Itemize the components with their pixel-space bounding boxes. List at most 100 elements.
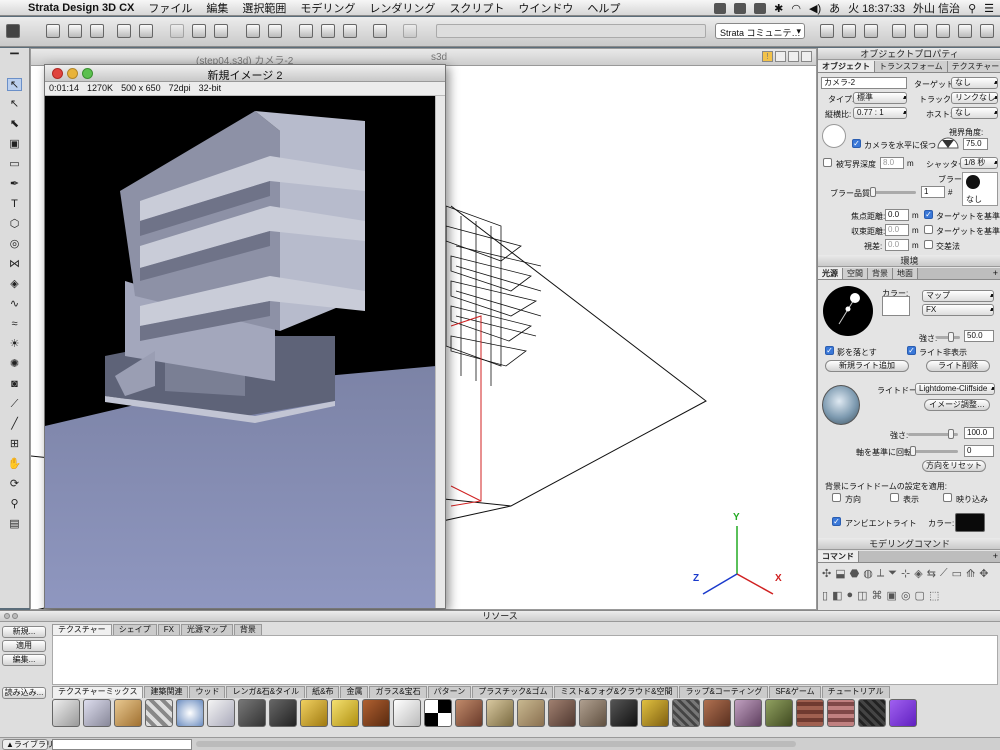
texture-swatch[interactable] xyxy=(393,699,421,727)
light-strength-field[interactable]: 50.0 xyxy=(964,330,994,342)
open-folder-icon[interactable] xyxy=(68,24,82,38)
light-color-swatch[interactable] xyxy=(882,296,910,316)
point-light-icon[interactable]: ✺ xyxy=(7,358,22,371)
user-name[interactable]: 外山 信治 xyxy=(913,0,960,16)
light-bulb-icon[interactable]: ☀ xyxy=(7,338,22,351)
apply-display-checkbox[interactable] xyxy=(890,493,899,502)
texture-swatch[interactable] xyxy=(517,699,545,727)
tab-resource-lightmap[interactable]: 光源マップ xyxy=(180,624,233,635)
tab-cat-texture-mix[interactable]: テクスチャーミックス xyxy=(52,686,144,698)
hide-light-checkbox[interactable]: ✓ xyxy=(907,346,916,355)
command-box-icon[interactable]: ▢ xyxy=(915,589,925,608)
keep-level-checkbox[interactable]: ✓ xyxy=(852,139,861,148)
texture-swatch[interactable] xyxy=(269,699,297,727)
environment-icon[interactable] xyxy=(914,24,928,38)
command-split-icon[interactable]: ⟂ xyxy=(877,567,884,586)
apply-direction-checkbox[interactable] xyxy=(832,493,841,502)
frame-selection-icon[interactable] xyxy=(299,24,313,38)
input-method-indicator[interactable]: あ xyxy=(829,0,840,16)
resource-list-area[interactable] xyxy=(52,635,998,685)
texture-swatch[interactable] xyxy=(889,699,917,727)
host-select[interactable]: なし xyxy=(951,107,998,119)
texture-swatch[interactable] xyxy=(176,699,204,727)
view-quad-icon[interactable] xyxy=(801,51,812,62)
render-scrollbar[interactable] xyxy=(435,96,445,608)
texture-swatch[interactable] xyxy=(703,699,731,727)
command-knife-icon[interactable]: ⟋ xyxy=(940,567,948,586)
texture-swatch[interactable] xyxy=(486,699,514,727)
tab-resource-shape[interactable]: シェイプ xyxy=(112,624,157,635)
new-resource-button[interactable]: 新規... xyxy=(2,626,46,638)
dome-strength-slider[interactable] xyxy=(908,429,958,439)
community-dropdown[interactable]: Strata コミュニテ… ▾ xyxy=(715,23,805,39)
command-grab-icon[interactable]: ⟰ xyxy=(966,567,975,586)
menu-help[interactable]: ヘルプ xyxy=(587,0,620,16)
object-name-field[interactable]: カメラ-2 xyxy=(821,77,907,89)
command-move-icon[interactable]: ✥ xyxy=(979,567,988,586)
tab-ground[interactable]: 地面 xyxy=(893,268,918,279)
texture-swatch[interactable] xyxy=(858,699,886,727)
path-icon[interactable]: ∿ xyxy=(7,298,22,311)
view-lock-icon[interactable]: ! xyxy=(762,51,773,62)
mesh-icon[interactable]: ◈ xyxy=(7,278,22,291)
texture-swatch[interactable] xyxy=(52,699,80,727)
resources-minimize-icon[interactable] xyxy=(12,613,18,619)
cross-eyed-checkbox[interactable] xyxy=(924,240,933,249)
tab-resource-fx[interactable]: FX xyxy=(157,624,180,635)
menu-window[interactable]: ウインドウ xyxy=(518,0,573,16)
photoshop-export-icon[interactable] xyxy=(117,24,131,38)
texture-swatch[interactable] xyxy=(114,699,142,727)
target-select[interactable]: なし xyxy=(951,77,998,89)
texture-swatch[interactable] xyxy=(455,699,483,727)
focal-length-field[interactable]: 0.0 xyxy=(885,209,909,221)
texture-swatch[interactable] xyxy=(362,699,390,727)
paste-icon[interactable] xyxy=(214,24,228,38)
pen-icon[interactable]: ✒ xyxy=(7,178,22,191)
texture-swatch[interactable] xyxy=(610,699,638,727)
library-select[interactable] xyxy=(52,739,192,750)
light-map-select[interactable]: マップ xyxy=(922,290,994,302)
nodes-icon[interactable] xyxy=(373,24,387,38)
command-subdivide-icon[interactable]: ▣ xyxy=(887,589,897,608)
command-shell-icon[interactable]: ◎ xyxy=(901,589,911,608)
mirror-icon[interactable]: ⋈ xyxy=(7,258,22,271)
target-ref-checkbox-1[interactable]: ✓ xyxy=(924,210,933,219)
monitor-icon[interactable] xyxy=(734,2,747,14)
command-array-icon[interactable]: ⌘ xyxy=(872,589,883,608)
apply-reflection-checkbox[interactable] xyxy=(943,493,952,502)
menu-modeling[interactable]: モデリング xyxy=(300,0,355,16)
wifi-icon[interactable]: ◠ xyxy=(791,2,801,15)
tab-resource-background[interactable]: 背景 xyxy=(233,624,262,635)
command-sphere-icon[interactable]: ◍ xyxy=(863,567,873,586)
lathe-icon[interactable]: ◎ xyxy=(7,238,22,251)
tab-cat-paper-cloth[interactable]: 紙&布 xyxy=(306,686,340,698)
tab-cat-sf-game[interactable]: SF&ゲーム xyxy=(769,686,821,698)
shutter-select[interactable]: 1/8 秒 xyxy=(960,157,998,169)
tab-light[interactable]: 光源 xyxy=(818,268,843,279)
texture-swatch[interactable] xyxy=(641,699,669,727)
uv-icon[interactable] xyxy=(403,24,417,38)
tab-texture[interactable]: テクスチャー xyxy=(947,61,1000,72)
menu-script[interactable]: スクリプト xyxy=(449,0,504,16)
copy-icon[interactable] xyxy=(192,24,206,38)
menu-selection[interactable]: 選択範囲 xyxy=(242,0,286,16)
parallax-field[interactable]: 0.0 xyxy=(885,239,909,251)
texture-swatch[interactable] xyxy=(331,699,359,727)
axis-rotation-slider[interactable] xyxy=(910,446,958,456)
fov-field[interactable]: 75.0 xyxy=(963,138,988,150)
convergence-field[interactable]: 0.0 xyxy=(885,224,909,236)
direct-select-icon[interactable]: ↖ xyxy=(7,98,22,111)
apply-resource-button[interactable]: 適用 xyxy=(2,640,46,652)
light-direction-sphere[interactable] xyxy=(823,286,873,336)
grid-icon[interactable]: ⊞ xyxy=(7,438,22,451)
save-disk-icon[interactable] xyxy=(90,24,104,38)
resources-titlebar[interactable]: リソース xyxy=(0,611,1000,622)
tab-space[interactable]: 空間 xyxy=(843,268,868,279)
command-cut-icon[interactable]: ▯ xyxy=(822,589,828,608)
spline-icon[interactable]: ≈ xyxy=(7,318,22,331)
texture-swatch[interactable] xyxy=(765,699,793,727)
rectangle-icon[interactable]: ▭ xyxy=(7,158,22,171)
command-loop-icon[interactable]: ▭ xyxy=(952,567,962,586)
add-light-button[interactable]: 新規ライト追加 xyxy=(825,360,909,372)
texture-swatch[interactable] xyxy=(424,699,452,727)
